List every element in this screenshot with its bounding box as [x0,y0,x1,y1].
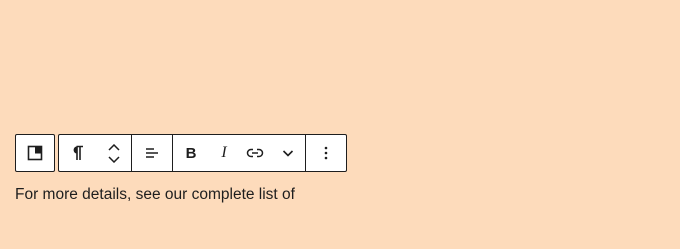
bold-button[interactable]: B [173,135,209,171]
chevron-up-icon[interactable] [108,143,120,151]
block-toolbar: B I [15,134,347,172]
reusable-block-icon [27,145,43,161]
link-icon [246,148,264,158]
italic-button[interactable]: I [209,135,239,171]
chevron-down-icon [282,149,294,157]
more-formatting-button[interactable] [271,135,305,171]
paragraph-icon [73,145,83,160]
block-switcher-button[interactable] [16,135,54,171]
link-button[interactable] [239,135,271,171]
more-vertical-icon [324,146,328,160]
move-up-down-control[interactable] [97,135,131,171]
align-button[interactable] [132,135,172,171]
paragraph-block[interactable]: For more details, see our complete list … [15,186,295,204]
block-controls-group: B I [58,134,347,172]
align-left-icon [146,148,158,158]
paragraph-block-button[interactable] [59,135,97,171]
chevron-down-icon[interactable] [108,155,120,163]
block-switcher-group [15,134,55,172]
options-button[interactable] [306,135,346,171]
